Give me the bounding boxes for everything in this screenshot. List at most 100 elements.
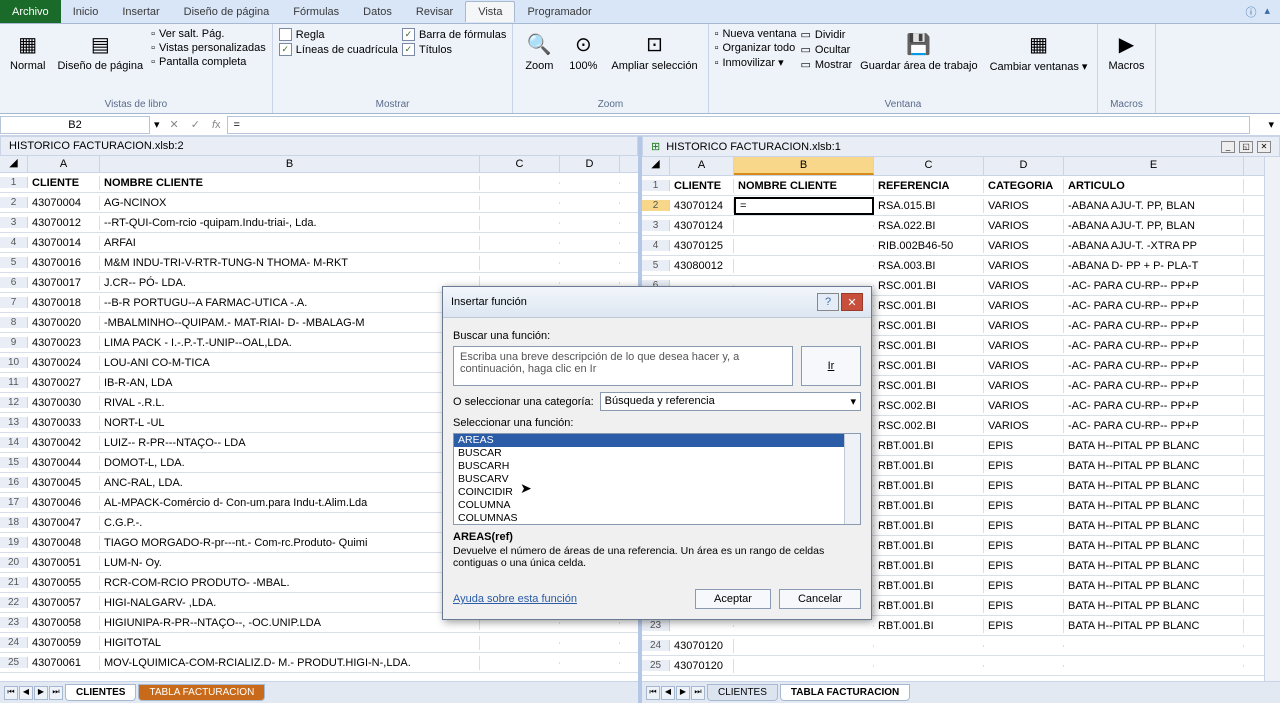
pane-restore-button[interactable]: ◱ <box>1239 141 1253 153</box>
save-workspace-button[interactable]: 💾Guardar área de trabajo <box>856 26 981 74</box>
name-box-dropdown-icon[interactable]: ▾ <box>150 118 164 131</box>
table-row[interactable]: 243070124=RSA.015.BIVARIOS-ABANA AJU-T. … <box>642 196 1264 216</box>
normal-view-button[interactable]: ▦Normal <box>6 26 49 74</box>
sheet-nav-prev-2[interactable]: ◀ <box>661 686 675 700</box>
fullscreen-button[interactable]: ▫Pantalla completa <box>151 56 266 68</box>
sheet-nav-next[interactable]: ▶ <box>34 686 48 700</box>
table-row[interactable]: 2443070059HIGITOTAL <box>0 633 638 653</box>
tab-formulas[interactable]: Fórmulas <box>281 2 351 22</box>
sheet-nav-prev[interactable]: ◀ <box>19 686 33 700</box>
split-button[interactable]: ▭Dividir <box>800 28 852 41</box>
table-row[interactable]: 543070016M&M INDU-TRI-V-RTR-TUNG-N THOMA… <box>0 253 638 273</box>
insert-function-icon[interactable]: fx <box>206 119 227 131</box>
pane-title-2: HISTORICO FACTURACION.xlsb:2 <box>9 140 184 152</box>
sheet-nav-last[interactable]: ⏭ <box>49 686 63 700</box>
table-row[interactable]: 543080012RSA.003.BIVARIOS-ABANA D- PP + … <box>642 256 1264 276</box>
table-row[interactable]: 2543070120 <box>642 656 1264 676</box>
insert-function-dialog: Insertar función ? ✕ Buscar una función:… <box>442 286 872 620</box>
table-row[interactable]: 443070014ARFAI <box>0 233 638 253</box>
custom-views-button[interactable]: ▫Vistas personalizadas <box>151 42 266 54</box>
tab-inicio[interactable]: Inicio <box>61 2 111 22</box>
tab-revisar[interactable]: Revisar <box>404 2 465 22</box>
table-row[interactable]: 2443070120 <box>642 636 1264 656</box>
sheet-tab-clientes[interactable]: CLIENTES <box>65 684 136 701</box>
tab-datos[interactable]: Datos <box>351 2 404 22</box>
col-header-a2[interactable]: A <box>670 157 734 175</box>
col-header-d[interactable]: D <box>560 156 620 172</box>
ok-button[interactable]: Aceptar <box>695 589 771 609</box>
col-header-c2[interactable]: C <box>874 157 984 175</box>
group-macros-label: Macros <box>1104 98 1148 111</box>
function-item[interactable]: COLUMNA <box>454 499 860 512</box>
enter-formula-icon[interactable]: ✓ <box>185 118 206 131</box>
col-header-b2[interactable]: B <box>734 157 874 175</box>
table-row[interactable]: 343070124RSA.022.BIVARIOS-ABANA AJU-T. P… <box>642 216 1264 236</box>
group-zoom-label: Zoom <box>519 98 701 111</box>
tab-insertar[interactable]: Insertar <box>110 2 171 22</box>
function-list-scrollbar[interactable] <box>844 434 860 524</box>
category-select[interactable]: Búsqueda y referencia▾ <box>600 392 861 411</box>
help-icon[interactable]: ⓘ <box>1245 4 1256 20</box>
function-help-link[interactable]: Ayuda sobre esta función <box>453 593 577 605</box>
zoom-100-button[interactable]: ⊙100% <box>563 26 603 74</box>
table-row[interactable]: 443070125RIB.002B46-50VARIOS-ABANA AJU-T… <box>642 236 1264 256</box>
function-item[interactable]: BUSCARH <box>454 460 860 473</box>
arrange-all-button[interactable]: ▫Organizar todo <box>715 42 797 54</box>
function-item[interactable]: BUSCAR <box>454 447 860 460</box>
switch-windows-button[interactable]: ▦Cambiar ventanas ▾ <box>986 26 1092 75</box>
table-row[interactable]: 243070004AG-NCINOX <box>0 193 638 213</box>
zoom-selection-button[interactable]: ⊡Ampliar selección <box>607 26 701 74</box>
col-header-d2[interactable]: D <box>984 157 1064 175</box>
minimize-ribbon-icon[interactable]: ▴ <box>1264 4 1270 20</box>
formula-bar-checkbox[interactable]: ✓ <box>402 28 415 41</box>
freeze-panes-button[interactable]: ▫Inmovilizar ▾ <box>715 56 797 69</box>
function-item[interactable]: AREAS <box>454 434 860 447</box>
dialog-help-button[interactable]: ? <box>817 293 839 311</box>
gridlines-checkbox[interactable]: ✓ <box>279 43 292 56</box>
macros-button[interactable]: ▶Macros <box>1104 26 1148 74</box>
tab-vista[interactable]: Vista <box>465 1 515 22</box>
go-button[interactable]: Ir <box>801 346 861 386</box>
sheet-nav-next-2[interactable]: ▶ <box>676 686 690 700</box>
pane-close-button[interactable]: ✕ <box>1257 141 1271 153</box>
cancel-button[interactable]: Cancelar <box>779 589 861 609</box>
table-row[interactable]: 343070012--RT-QUI-Com-rcio -quipam.Indu-… <box>0 213 638 233</box>
tab-programador[interactable]: Programador <box>515 2 603 22</box>
sheet-nav-last-2[interactable]: ⏭ <box>691 686 705 700</box>
table-row[interactable]: 2543070061MOV-LQUIMICA-COM-RCIALIZ.D- M.… <box>0 653 638 673</box>
pane-minimize-button[interactable]: _ <box>1221 141 1235 153</box>
headings-checkbox[interactable]: ✓ <box>402 43 415 56</box>
sheet-nav-first[interactable]: ⏮ <box>4 686 18 700</box>
zoom-button[interactable]: 🔍Zoom <box>519 26 559 74</box>
ribbon-tabs: Archivo Inicio Insertar Diseño de página… <box>0 0 1280 24</box>
sheet-tab-facturacion[interactable]: TABLA FACTURACION <box>138 684 265 701</box>
col-header-c[interactable]: C <box>480 156 560 172</box>
function-item[interactable]: COINCIDIR <box>454 486 860 499</box>
formula-input[interactable]: = <box>227 116 1251 134</box>
function-item[interactable]: BUSCARV <box>454 473 860 486</box>
select-all-corner[interactable]: ◢ <box>0 156 28 172</box>
vertical-scrollbar[interactable] <box>1264 157 1280 681</box>
tab-file[interactable]: Archivo <box>0 0 61 23</box>
sheet-tab-clientes-2[interactable]: CLIENTES <box>707 684 778 701</box>
search-function-input[interactable]: Escriba una breve descripción de lo que … <box>453 346 793 386</box>
cancel-formula-icon[interactable]: ✕ <box>164 118 185 131</box>
select-all-corner-2[interactable]: ◢ <box>642 157 670 175</box>
sheet-nav-first-2[interactable]: ⏮ <box>646 686 660 700</box>
page-layout-button[interactable]: ▤Diseño de página <box>53 26 147 74</box>
page-break-button[interactable]: ▫Ver salt. Pág. <box>151 28 266 40</box>
tab-diseno[interactable]: Diseño de página <box>172 2 282 22</box>
col-header-b[interactable]: B <box>100 156 480 172</box>
sheet-tab-facturacion-2[interactable]: TABLA FACTURACION <box>780 684 910 701</box>
new-window-button[interactable]: ▫Nueva ventana <box>715 28 797 40</box>
function-list[interactable]: AREASBUSCARBUSCARHBUSCARVCOINCIDIRCOLUMN… <box>453 433 861 525</box>
col-header-e2[interactable]: E <box>1064 157 1244 175</box>
ruler-checkbox[interactable] <box>279 28 292 41</box>
hide-button[interactable]: ▭Ocultar <box>800 43 852 56</box>
function-item[interactable]: COLUMNAS <box>454 512 860 525</box>
dialog-close-button[interactable]: ✕ <box>841 293 863 311</box>
unhide-button[interactable]: ▭Mostrar <box>800 58 852 71</box>
expand-formula-icon[interactable]: ▾ <box>1262 118 1280 131</box>
name-box[interactable]: B2 <box>0 116 150 134</box>
col-header-a[interactable]: A <box>28 156 100 172</box>
